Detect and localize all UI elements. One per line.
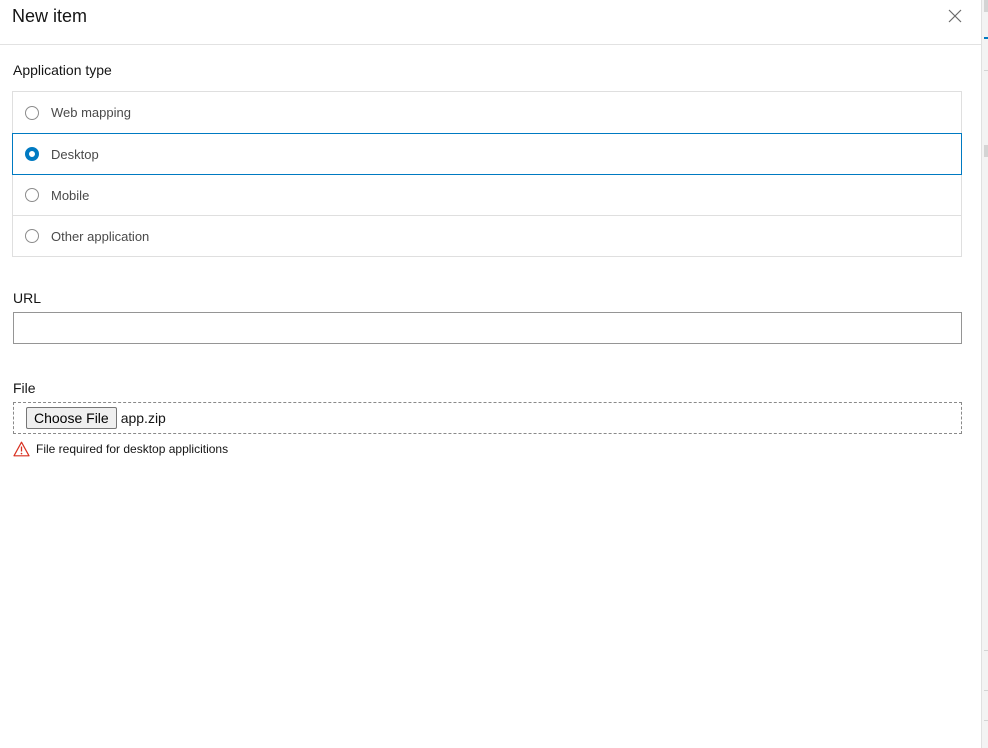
warning-triangle-icon xyxy=(13,441,30,457)
background-edge-mark xyxy=(984,650,988,651)
radio-option-mobile[interactable]: Mobile xyxy=(12,174,962,216)
close-button[interactable] xyxy=(943,4,967,28)
background-edge-mark xyxy=(984,0,988,12)
url-label: URL xyxy=(13,290,42,306)
background-page-edge xyxy=(981,0,988,748)
background-edge-mark xyxy=(984,690,988,691)
error-text: File required for desktop applicitions xyxy=(36,442,229,456)
selected-file-name: app.zip xyxy=(120,410,166,426)
radio-button[interactable] xyxy=(25,229,39,243)
url-input[interactable] xyxy=(13,312,962,344)
choose-file-button[interactable]: Choose File xyxy=(26,407,117,429)
radio-option-label: Other application xyxy=(51,228,150,244)
file-dropzone[interactable]: Choose File app.zip xyxy=(13,402,962,434)
radio-option-label: Desktop xyxy=(51,146,99,162)
background-edge-mark xyxy=(984,70,988,71)
background-edge-mark xyxy=(984,720,988,721)
file-error-message: File required for desktop applicitions xyxy=(13,441,228,457)
radio-option-label: Web mapping xyxy=(51,105,131,120)
file-label: File xyxy=(13,380,36,396)
close-icon xyxy=(948,9,962,23)
radio-option-other-application[interactable]: Other application xyxy=(12,215,962,257)
radio-option-desktop[interactable]: Desktop xyxy=(12,133,962,175)
new-item-panel: New item Application type Web mapping De… xyxy=(0,0,981,748)
radio-option-web-mapping[interactable]: Web mapping xyxy=(12,91,962,134)
radio-button[interactable] xyxy=(25,105,39,120)
application-type-radio-group: Web mapping Desktop Mobile Other applica… xyxy=(12,91,962,257)
application-type-label: Application type xyxy=(13,62,112,78)
radio-option-label: Mobile xyxy=(51,187,90,203)
radio-button[interactable] xyxy=(25,188,39,202)
panel-title: New item xyxy=(12,6,88,26)
panel-header: New item xyxy=(0,0,981,45)
radio-button[interactable] xyxy=(25,147,39,161)
background-edge-accent xyxy=(984,37,988,39)
background-edge-mark xyxy=(984,145,988,157)
